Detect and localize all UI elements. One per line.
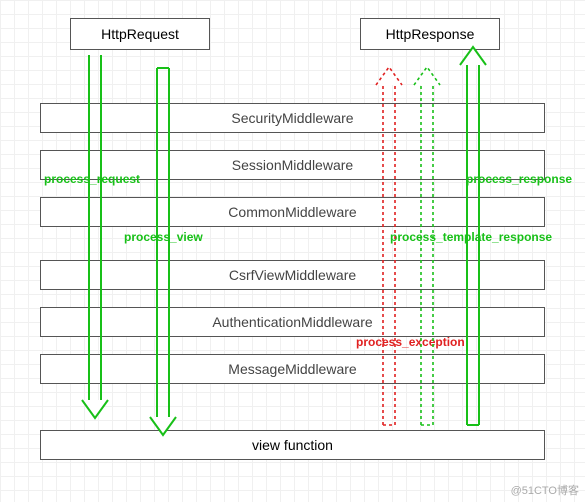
middleware-label: MessageMiddleware — [228, 361, 356, 377]
http-request-label: HttpRequest — [101, 26, 179, 42]
middleware-label: SessionMiddleware — [232, 157, 353, 173]
middleware-label: CsrfViewMiddleware — [229, 267, 356, 283]
view-function-box: view function — [40, 430, 545, 460]
middleware-label: SecurityMiddleware — [231, 110, 353, 126]
view-function-label: view function — [252, 437, 333, 453]
process-response-label: process_response — [466, 172, 572, 186]
middleware-row: CommonMiddleware — [40, 197, 545, 227]
http-response-label: HttpResponse — [386, 26, 475, 42]
middleware-label: CommonMiddleware — [228, 204, 356, 220]
middleware-row: CsrfViewMiddleware — [40, 260, 545, 290]
middleware-row: SecurityMiddleware — [40, 103, 545, 133]
middleware-row: AuthenticationMiddleware — [40, 307, 545, 337]
process-request-label: process_request — [44, 172, 140, 186]
process-template-response-label: process_template_response — [390, 230, 552, 244]
middleware-row: MessageMiddleware — [40, 354, 545, 384]
process-view-label: process_view — [124, 230, 203, 244]
process-exception-label: process_exception — [356, 335, 465, 349]
middleware-label: AuthenticationMiddleware — [212, 314, 372, 330]
watermark-text: @51CTO博客 — [511, 482, 579, 498]
flow-arrows — [0, 0, 585, 502]
http-response-box: HttpResponse — [360, 18, 500, 50]
http-request-box: HttpRequest — [70, 18, 210, 50]
